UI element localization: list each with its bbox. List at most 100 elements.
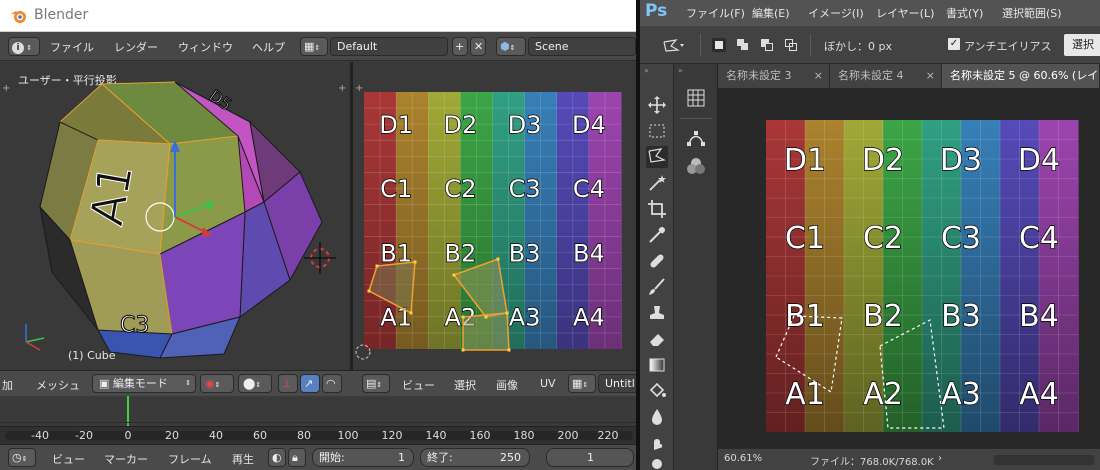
zoom-level[interactable]: 60.61% xyxy=(724,453,762,464)
editor-type-button[interactable]: ▤⇕ xyxy=(362,374,390,393)
add-screen-button[interactable]: + xyxy=(452,37,468,56)
menu-select[interactable]: 選択 xyxy=(454,377,476,393)
clone-stamp-icon[interactable] xyxy=(646,302,668,324)
dodge-icon[interactable] xyxy=(646,456,668,470)
3d-viewport[interactable]: ユーザー・平行投影 + + A1 C3 D5 (1) Cube xyxy=(0,62,350,370)
ps-menu-layer[interactable]: レイヤー(L) xyxy=(876,5,934,21)
shading-sphere-icon: ◉ xyxy=(205,377,215,390)
status-arrow-icon[interactable]: › xyxy=(938,453,942,464)
rotate-manipulator-button[interactable]: ◠ xyxy=(322,374,342,393)
manipulator-toggle-button[interactable]: ⊥ xyxy=(278,374,298,393)
new-selection-icon[interactable] xyxy=(712,38,726,52)
feather-field[interactable]: ぼかし：0 px xyxy=(824,38,892,54)
current-frame-field[interactable]: 1 xyxy=(546,448,634,467)
uv-vertex[interactable] xyxy=(461,348,465,352)
menu-timeline-view[interactable]: ビュー xyxy=(52,451,85,467)
close-icon[interactable]: × xyxy=(926,64,935,88)
intersect-selection-icon[interactable] xyxy=(784,38,798,52)
polygon-lasso-icon[interactable] xyxy=(646,146,668,168)
menu-file[interactable]: ファイル xyxy=(50,39,94,55)
antialias-checkbox[interactable]: ✓ xyxy=(948,38,960,50)
uv-vertex[interactable] xyxy=(461,315,465,319)
ps-menu-select[interactable]: 選択範囲(S) xyxy=(1002,5,1062,21)
polygon-lasso-preset-icon[interactable] xyxy=(662,38,686,54)
paint-bucket-icon[interactable] xyxy=(646,380,668,402)
uv-texture-view[interactable]: D1 D2 D3 D4C1 C2 C3 C4B1 B2 B3 B4A1 A2 A3 A4 xyxy=(353,62,636,370)
collapse-arrows-icon[interactable]: » xyxy=(644,66,649,75)
doc-tab-active[interactable]: 名称未設定 5 @ 60.6% (レイ xyxy=(942,64,1100,88)
uv-vertex[interactable] xyxy=(496,257,500,261)
uv-island[interactable] xyxy=(462,312,510,351)
brush-icon[interactable] xyxy=(646,276,668,298)
menu-add[interactable]: 加 xyxy=(2,377,13,393)
screen-layout-button[interactable]: ▦⇕ xyxy=(300,37,328,56)
crop-icon[interactable] xyxy=(646,198,668,220)
image-browse-button[interactable]: ▦⇕ xyxy=(568,374,596,393)
add-to-selection-icon[interactable] xyxy=(736,38,750,52)
screen-layout-field[interactable]: Default xyxy=(330,37,448,56)
uv-vertex[interactable] xyxy=(452,273,456,277)
menu-view[interactable]: ビュー xyxy=(402,377,435,393)
paths-panel-icon[interactable] xyxy=(686,128,706,148)
ps-canvas-area[interactable]: D1 D2 D3 D4 C1 C2 C3 C4 B1 B2 B3 B4 A1 A2 A3 A4 xyxy=(718,88,1100,448)
uv-vertex[interactable] xyxy=(413,260,417,264)
timeline-area[interactable] xyxy=(0,396,636,426)
doc-tab[interactable]: 名称未設定 3 × xyxy=(718,64,830,88)
ps-menu-type[interactable]: 書式(Y) xyxy=(946,5,983,21)
gradient-icon[interactable] xyxy=(646,354,668,376)
uv-vertex[interactable] xyxy=(367,289,371,293)
mode-dropdown[interactable]: ▣ 編集モード ⇕ xyxy=(92,374,196,393)
pivot-dropdown[interactable]: ⬤⇕ xyxy=(238,374,272,393)
marquee-icon[interactable] xyxy=(646,120,668,142)
menu-uvs[interactable]: UV xyxy=(540,377,556,390)
magic-wand-icon[interactable] xyxy=(646,172,668,194)
scene-field[interactable]: Scene xyxy=(528,37,636,56)
menu-marker[interactable]: マーカー xyxy=(104,451,148,467)
menu-image[interactable]: 画像 xyxy=(496,377,518,393)
delete-screen-button[interactable]: ✕ xyxy=(470,37,486,56)
scene-selector-button[interactable]: ⬢⇕ xyxy=(496,37,526,56)
menu-render[interactable]: レンダー xyxy=(114,39,158,55)
uv-vertex[interactable] xyxy=(375,264,379,268)
collapse-arrows-icon[interactable]: » xyxy=(678,66,683,75)
translate-manipulator-button[interactable]: ↗ xyxy=(300,374,320,393)
uv-vertex[interactable] xyxy=(507,348,511,352)
eraser-icon[interactable] xyxy=(646,328,668,350)
close-icon[interactable]: × xyxy=(814,64,823,88)
doc-tab-label: 名称未設定 5 @ 60.6% (レイ xyxy=(950,69,1099,82)
menu-help[interactable]: ヘルプ xyxy=(252,39,285,55)
eyedropper-icon[interactable] xyxy=(646,224,668,246)
timeline-ruler[interactable]: -40 -20 0 20 40 60 80 100 120 140 160 18… xyxy=(0,426,636,444)
channels-panel-icon[interactable] xyxy=(686,156,706,176)
menu-playback[interactable]: 再生 xyxy=(232,451,254,467)
subtract-selection-icon[interactable] xyxy=(760,38,774,52)
ps-menu-edit[interactable]: 編集(E) xyxy=(752,5,790,21)
doc-tab[interactable]: 名称未設定 4 × xyxy=(830,64,942,88)
blur-icon[interactable] xyxy=(646,406,668,428)
menu-frame[interactable]: フレーム xyxy=(168,451,212,467)
ps-document-canvas[interactable]: D1 D2 D3 D4C1 C2 C3 C4B1 B2 B3 B4A1 A2 A3 A4 xyxy=(718,88,1100,448)
viewport-shading-dropdown[interactable]: ◉⇕ xyxy=(200,374,234,393)
uv-image-editor[interactable]: + D1 D2 D3 D4 C1 C2 C3 C4 B1 B2 B3 B4 A1 A2 A3 A4 xyxy=(353,62,636,370)
ps-menu-file[interactable]: ファイル(F) xyxy=(686,5,745,21)
ps-menu-image[interactable]: イメージ(I) xyxy=(808,5,864,21)
select-and-mask-button[interactable]: 選択 xyxy=(1064,34,1100,56)
move-icon[interactable] xyxy=(646,94,668,116)
healing-icon[interactable] xyxy=(646,250,668,272)
smudge-icon[interactable] xyxy=(646,432,668,454)
end-frame-field[interactable]: 終了: 250 xyxy=(420,448,530,467)
start-frame-field[interactable]: 開始: 1 xyxy=(312,448,414,467)
lock-button[interactable]: 🔒︎ xyxy=(288,448,306,467)
uv-vertex[interactable] xyxy=(505,311,509,315)
grid-panel-icon[interactable] xyxy=(686,88,706,108)
horizontal-scrollbar[interactable] xyxy=(994,455,1094,465)
uv-vertex[interactable] xyxy=(484,315,488,319)
sync-button[interactable]: ◐ xyxy=(268,448,286,467)
timeline-editor-type-button[interactable]: ◷⇕ xyxy=(8,448,36,467)
info-editor-button[interactable]: i ⇕ xyxy=(8,37,40,56)
menu-window[interactable]: ウィンドウ xyxy=(178,39,233,55)
uv-vertex[interactable] xyxy=(409,311,413,315)
mesh-view[interactable]: A1 C3 D5 xyxy=(0,62,350,370)
menu-mesh[interactable]: メッシュ xyxy=(36,377,80,393)
image-name-field[interactable]: Untitl xyxy=(598,374,636,393)
